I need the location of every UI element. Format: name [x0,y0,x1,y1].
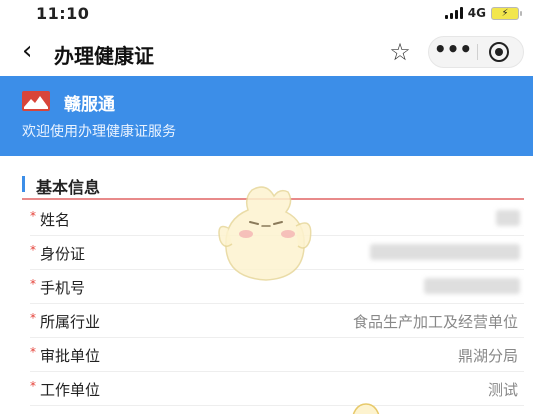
required-mark: * [30,311,36,325]
section-title: 基本信息 [36,178,101,197]
form-row-approval-unit[interactable]: * 审批单位 鼎湖分局 [30,338,524,372]
form-row-industry[interactable]: * 所属行业 食品生产加工及经营单位 [30,304,524,338]
section-accent-bar [22,176,25,192]
battery-icon: ⚡ [491,6,522,20]
field-label: 所属行业 [40,313,101,331]
signal-icon [444,7,463,19]
charging-icon: ⚡ [501,7,509,19]
more-button[interactable]: ••• [429,37,477,67]
mini-program-capsule: ••• [428,36,524,68]
nav-bar: ‹ 办理健康证 ☆ ••• [0,28,533,76]
redacted-value [424,278,520,294]
required-mark: * [30,277,36,291]
field-label: 工作单位 [40,381,101,399]
brand-name: 赣服通 [64,95,115,115]
close-miniprogram-button[interactable] [489,42,509,62]
status-bar: 11:10 4G ⚡ [0,0,533,26]
field-label: 手机号 [40,279,86,297]
required-mark: * [30,209,36,223]
field-label: 身份证 [40,245,86,263]
back-button[interactable]: ‹ [22,37,48,67]
mascot-peek-icon [349,402,383,414]
redacted-value [496,210,520,226]
capsule-divider [477,44,478,60]
banner-subtitle: 欢迎使用办理健康证服务 [22,124,176,140]
required-mark: * [30,345,36,359]
field-value: 测试 [487,381,518,399]
field-label: 审批单位 [40,347,101,365]
field-value: 食品生产加工及经营单位 [352,313,518,331]
brand-logo-icon [22,91,50,111]
mascot-icon[interactable] [214,182,318,286]
form-row-work-unit[interactable]: * 工作单位 测试 [30,372,524,406]
service-banner: 赣服通 欢迎使用办理健康证服务 [0,76,533,156]
page-title: 办理健康证 [54,44,154,68]
network-type: 4G [467,6,486,20]
field-label: 姓名 [40,211,71,229]
field-value: 鼎湖分局 [457,347,518,365]
required-mark: * [30,379,36,393]
redacted-value [370,244,520,260]
required-mark: * [30,243,36,257]
status-indicators: 4G ⚡ [444,6,522,20]
status-time: 11:10 [36,4,90,23]
favorite-star-icon[interactable]: ☆ [385,37,415,67]
